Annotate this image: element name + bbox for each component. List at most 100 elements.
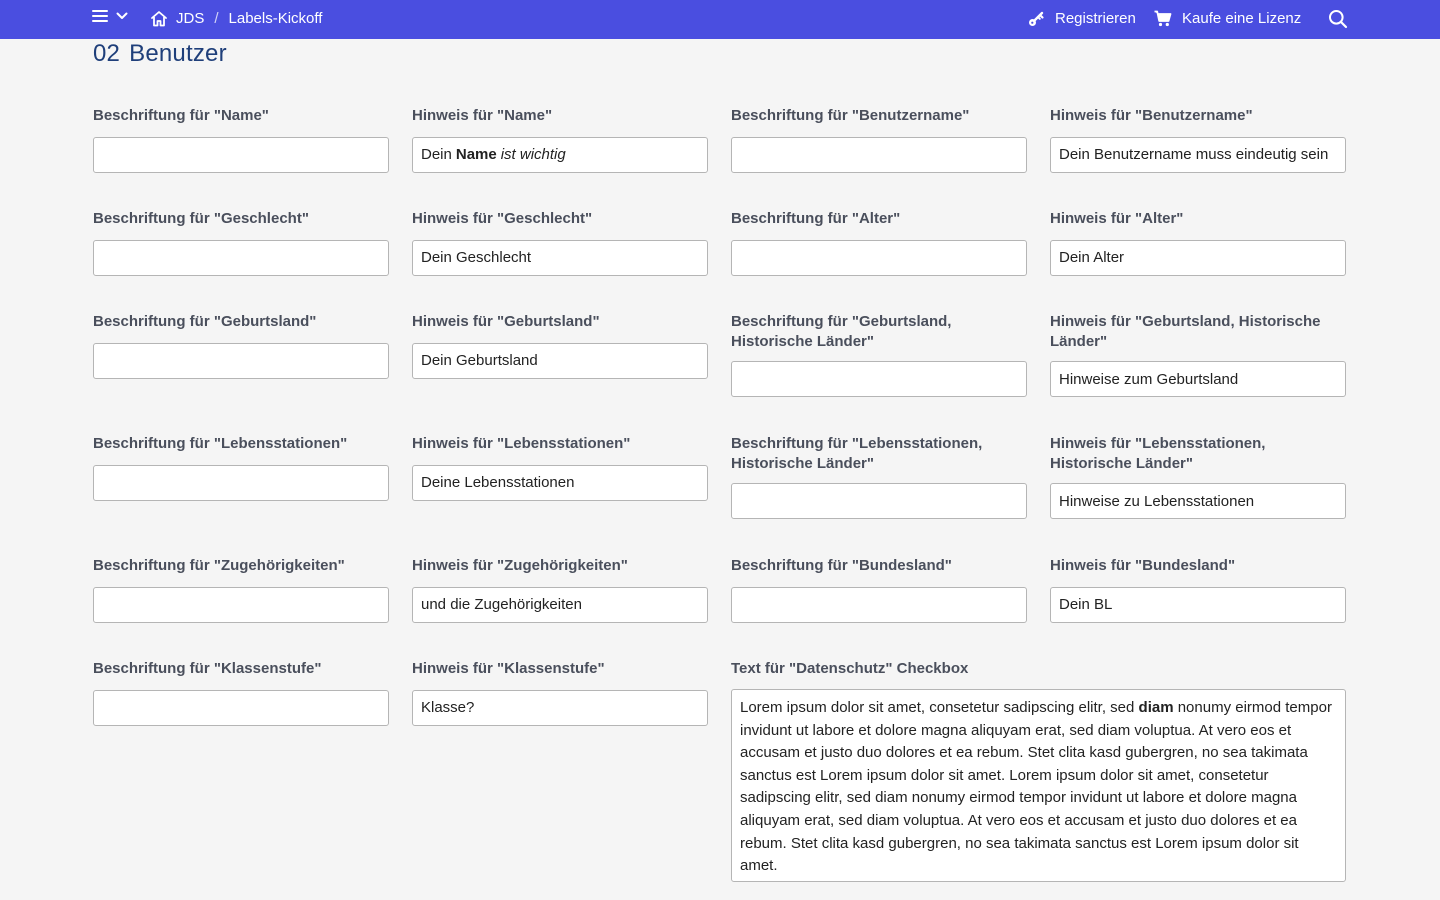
field-grade-label: Beschriftung für "Klassenstufe" — [93, 659, 389, 726]
name-hint-value-bold: Name — [455, 146, 497, 163]
birthcountry-hist-label-input[interactable] — [731, 361, 1027, 397]
field-affiliations-label: Beschriftung für "Zugehörigkeiten" — [93, 556, 389, 623]
field-birthcountry-hint: Hinweis für "Geburtsland" — [412, 312, 708, 379]
field-label: Beschriftung für "Name" — [93, 107, 269, 124]
page-number: 02 — [93, 40, 121, 67]
username-label-input[interactable] — [731, 136, 1027, 173]
field-label: Beschriftung für "Benutzername" — [731, 107, 970, 124]
buy-license-label: Kaufe eine Lizenz — [1182, 10, 1302, 27]
field-stations-hist-label: Beschriftung für "Lebensstationen, Histor… — [731, 434, 1027, 519]
state-hint-input[interactable] — [1050, 586, 1346, 623]
field-label: Hinweis für "Lebensstationen, Historische… — [1050, 434, 1346, 473]
affiliations-hint-input[interactable] — [412, 586, 708, 623]
label-line-2: Historische Länder" — [1050, 454, 1193, 472]
field-label: Hinweis für "Lebensstationen" — [412, 435, 631, 452]
field-label: Beschriftung für "Geburtsland, Historisch… — [731, 312, 1027, 351]
register-label: Registrieren — [1055, 10, 1136, 27]
field-username-hint: Hinweis für "Benutzername" — [1050, 106, 1346, 173]
home-icon[interactable] — [150, 10, 168, 27]
label-line-1: Beschriftung für "Geburtsland, — [731, 313, 952, 330]
birthcountry-hist-hint-input[interactable] — [1050, 361, 1346, 397]
page-title-text: Benutzer — [129, 40, 227, 67]
name-hint-input[interactable]: Dein Name ist wichtig — [412, 136, 708, 173]
label-line-1: Hinweis für "Lebensstationen, — [1050, 435, 1266, 452]
label-line-2: Länder" — [1050, 332, 1108, 350]
privacy-text-pre: Lorem ipsum dolor sit amet, consetetur s… — [740, 699, 1135, 716]
key-icon — [1028, 10, 1045, 27]
age-label-input[interactable] — [731, 239, 1027, 276]
breadcrumb-home[interactable]: JDS — [176, 10, 204, 27]
field-name-label: Beschriftung für "Name" — [93, 106, 389, 173]
stations-label-input[interactable] — [93, 464, 389, 501]
search-icon — [1328, 9, 1348, 29]
field-name-hint: Hinweis für "Name" Dein Name ist wichtig — [412, 106, 708, 173]
search-button[interactable] — [1328, 9, 1348, 29]
label-line-1: Beschriftung für "Lebensstationen, — [731, 435, 983, 452]
state-label-input[interactable] — [731, 586, 1027, 623]
field-label: Hinweis für "Geschlecht" — [412, 210, 593, 227]
field-label: Beschriftung für "Lebensstationen" — [93, 435, 348, 452]
gender-label-input[interactable] — [93, 239, 389, 276]
breadcrumb-current[interactable]: Labels-Kickoff — [229, 10, 323, 27]
username-hint-input[interactable] — [1050, 136, 1346, 173]
chevron-down-icon — [116, 12, 128, 20]
menu-icon — [92, 9, 108, 23]
field-label: Beschriftung für "Klassenstufe" — [93, 660, 322, 677]
field-label: Hinweis für "Benutzername" — [1050, 107, 1253, 124]
grade-hint-input[interactable] — [412, 689, 708, 726]
field-label: Hinweis für "Name" — [412, 107, 553, 124]
field-privacy-text: Text für "Datenschutz" Checkbox — [731, 659, 1346, 679]
stations-hint-input[interactable] — [412, 464, 708, 501]
field-stations-label: Beschriftung für "Lebensstationen" — [93, 434, 389, 501]
field-label: Beschriftung für "Alter" — [731, 210, 901, 227]
main-menu-button[interactable] — [92, 9, 128, 23]
field-label: Hinweis für "Bundesland" — [1050, 557, 1236, 574]
field-label: Beschriftung für "Geschlecht" — [93, 210, 309, 227]
age-hint-input[interactable] — [1050, 239, 1346, 276]
field-state-label: Beschriftung für "Bundesland" — [731, 556, 1027, 623]
affiliations-label-input[interactable] — [93, 586, 389, 623]
privacy-text-bold: diam — [1138, 699, 1174, 716]
grade-label-input[interactable] — [93, 689, 389, 726]
field-label: Beschriftung für "Bundesland" — [731, 557, 952, 574]
field-label: Hinweis für "Geburtsland" — [412, 313, 600, 330]
name-hint-value-pre: Dein — [421, 146, 452, 163]
register-link[interactable]: Registrieren — [1028, 10, 1136, 27]
field-username-label: Beschriftung für "Benutzername" — [731, 106, 1027, 173]
stations-hist-hint-input[interactable] — [1050, 483, 1346, 519]
label-line-2: Historische Länder" — [731, 454, 874, 472]
breadcrumb-separator: / — [214, 10, 219, 27]
top-navigation-bar: JDS / Labels-Kickoff Registrieren Kaufe … — [0, 0, 1440, 39]
stations-hist-label-input[interactable] — [731, 483, 1027, 519]
privacy-text-editor[interactable]: Lorem ipsum dolor sit amet, consetetur s… — [731, 689, 1346, 882]
field-state-hint: Hinweis für "Bundesland" — [1050, 556, 1346, 623]
name-hint-value-italic: ist wichtig — [500, 146, 566, 163]
field-stations-hist-hint: Hinweis für "Lebensstationen, Historische… — [1050, 434, 1346, 519]
field-birthcountry-hist-label: Beschriftung für "Geburtsland, Historisch… — [731, 312, 1027, 397]
cart-icon — [1154, 10, 1172, 27]
field-birthcountry-hist-hint: Hinweis für "Geburtsland, Historische Län… — [1050, 312, 1346, 397]
field-gender-hint: Hinweis für "Geschlecht" — [412, 209, 708, 276]
field-label: Hinweis für "Zugehörigkeiten" — [412, 557, 628, 574]
field-label: Beschriftung für "Geburtsland" — [93, 313, 317, 330]
field-birthcountry-label: Beschriftung für "Geburtsland" — [93, 312, 389, 379]
field-label: Beschriftung für "Zugehörigkeiten" — [93, 557, 345, 574]
breadcrumb: JDS / Labels-Kickoff — [150, 10, 322, 27]
field-label: Text für "Datenschutz" Checkbox — [731, 660, 969, 677]
label-line-1: Hinweis für "Geburtsland, Historische — [1050, 313, 1321, 330]
label-line-2: Historische Länder" — [731, 332, 874, 350]
field-label: Hinweis für "Alter" — [1050, 210, 1184, 227]
field-gender-label: Beschriftung für "Geschlecht" — [93, 209, 389, 276]
birthcountry-label-input[interactable] — [93, 342, 389, 379]
field-affiliations-hint: Hinweis für "Zugehörigkeiten" — [412, 556, 708, 623]
field-label: Hinweis für "Klassenstufe" — [412, 660, 605, 677]
field-stations-hint: Hinweis für "Lebensstationen" — [412, 434, 708, 501]
name-label-input[interactable] — [93, 136, 389, 173]
buy-license-link[interactable]: Kaufe eine Lizenz — [1154, 10, 1301, 27]
page-title: 02 Benutzer — [93, 40, 227, 68]
field-label: Hinweis für "Geburtsland, Historische Län… — [1050, 312, 1346, 351]
gender-hint-input[interactable] — [412, 239, 708, 276]
birthcountry-hint-input[interactable] — [412, 342, 708, 379]
field-age-hint: Hinweis für "Alter" — [1050, 209, 1346, 276]
field-grade-hint: Hinweis für "Klassenstufe" — [412, 659, 708, 726]
